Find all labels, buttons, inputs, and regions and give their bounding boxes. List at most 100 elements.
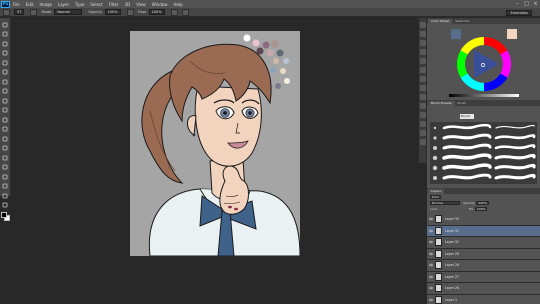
zoom-icon[interactable] bbox=[2, 202, 9, 209]
menu-image[interactable]: Image bbox=[39, 2, 52, 7]
opacity-field[interactable]: 100% bbox=[104, 9, 121, 15]
menu-layer[interactable]: Layer bbox=[58, 2, 69, 7]
visibility-eye-icon[interactable] bbox=[429, 286, 433, 290]
grayscale-ramp[interactable] bbox=[449, 94, 519, 97]
menu-type[interactable]: Type bbox=[75, 2, 84, 7]
blend-mode-select[interactable]: Normal bbox=[430, 200, 460, 206]
fill-label: Fill: bbox=[468, 207, 474, 211]
visibility-eye-icon[interactable] bbox=[429, 240, 433, 244]
brush-presets-icon[interactable] bbox=[419, 139, 426, 145]
layer-thumbnail bbox=[435, 238, 442, 247]
collapsed-panels-strip bbox=[418, 18, 427, 163]
menu-window[interactable]: Window bbox=[152, 2, 168, 7]
layer-row[interactable]: Layer 32 bbox=[427, 237, 540, 249]
gradient-icon[interactable] bbox=[2, 126, 9, 133]
properties-icon[interactable] bbox=[419, 31, 426, 37]
maximize-icon[interactable]: □ bbox=[523, 1, 530, 7]
minimize-icon[interactable]: – bbox=[514, 1, 521, 7]
brush-panel-toggle-icon[interactable] bbox=[30, 8, 38, 16]
move-icon[interactable] bbox=[2, 21, 9, 28]
adjustments-icon[interactable] bbox=[419, 40, 426, 46]
info-icon[interactable] bbox=[419, 85, 426, 91]
layer-kind-filter[interactable]: Kind bbox=[430, 194, 441, 200]
layer-row[interactable]: Layer 31 bbox=[427, 225, 540, 237]
marquee-icon[interactable] bbox=[2, 31, 9, 38]
blur-icon[interactable] bbox=[2, 135, 9, 142]
pressure-opacity-icon[interactable] bbox=[126, 8, 134, 16]
visibility-eye-icon[interactable] bbox=[429, 252, 433, 256]
hand-icon[interactable] bbox=[2, 192, 9, 199]
visibility-eye-icon[interactable] bbox=[429, 298, 433, 302]
lock-label: Lock: bbox=[430, 207, 438, 211]
eraser-icon[interactable] bbox=[2, 116, 9, 123]
color-wheel[interactable] bbox=[456, 36, 512, 93]
brush-preset-search[interactable]: Brush bbox=[460, 114, 474, 119]
tool-presets-icon[interactable] bbox=[419, 103, 426, 109]
layer-name: Layer 26 bbox=[445, 286, 459, 291]
dodge-icon[interactable] bbox=[2, 145, 9, 152]
mode-select[interactable]: Normal bbox=[54, 9, 83, 15]
lasso-icon[interactable] bbox=[2, 40, 9, 47]
actions-icon[interactable] bbox=[419, 76, 426, 82]
color-wheel-panel bbox=[427, 24, 540, 100]
menu-file[interactable]: File bbox=[13, 2, 20, 7]
eyedropper-icon[interactable] bbox=[2, 69, 9, 76]
history-icon[interactable] bbox=[419, 22, 426, 28]
quick-select-icon[interactable] bbox=[2, 50, 9, 57]
canvas-area[interactable] bbox=[12, 18, 418, 304]
type-icon[interactable] bbox=[2, 164, 9, 171]
crop-icon[interactable] bbox=[2, 59, 9, 66]
menu-view[interactable]: View bbox=[136, 2, 146, 7]
layer-row[interactable]: Layer 26 bbox=[427, 283, 540, 295]
paths-icon[interactable] bbox=[419, 130, 426, 136]
visibility-eye-icon[interactable] bbox=[429, 263, 433, 267]
foreground-color-swatch[interactable] bbox=[1, 211, 7, 218]
paragraph-icon[interactable] bbox=[419, 58, 426, 64]
airbrush-icon[interactable] bbox=[170, 8, 178, 16]
healing-icon[interactable] bbox=[2, 78, 9, 85]
workspace-select[interactable]: Essentials bbox=[506, 9, 532, 16]
layer-opacity-label: Opacity: bbox=[463, 201, 476, 205]
layer-name: Layer 30 bbox=[445, 217, 459, 222]
character-icon[interactable] bbox=[419, 49, 426, 55]
menu-help[interactable]: Help bbox=[173, 2, 182, 7]
document-canvas[interactable] bbox=[130, 31, 300, 256]
brush-preset-list[interactable] bbox=[430, 122, 537, 184]
layer-name: Layer 31 bbox=[445, 228, 459, 233]
layer-opacity-field[interactable]: 100% bbox=[476, 200, 489, 206]
brush-size-field[interactable]: 37 bbox=[14, 9, 25, 15]
visibility-eye-icon[interactable] bbox=[429, 229, 433, 233]
path-select-icon[interactable] bbox=[2, 173, 9, 180]
layer-thumbnail bbox=[435, 295, 442, 304]
opacity-label: Opacity: bbox=[88, 10, 103, 14]
layer-row[interactable]: Layer 27 bbox=[427, 271, 540, 283]
close-icon[interactable]: × bbox=[532, 1, 539, 7]
visibility-eye-icon[interactable] bbox=[429, 275, 433, 279]
brush-tool-preset-icon[interactable] bbox=[3, 8, 10, 16]
layer-thumbnail bbox=[435, 215, 442, 224]
history-brush-icon[interactable] bbox=[2, 107, 9, 114]
menu-filter[interactable]: Filter bbox=[109, 2, 119, 7]
pressure-size-icon[interactable] bbox=[181, 8, 189, 16]
layer-row[interactable]: Layer 3 bbox=[427, 294, 540, 304]
mode-label: Mode: bbox=[41, 10, 53, 14]
menu-edit[interactable]: Edit bbox=[26, 2, 34, 7]
navigator-icon[interactable] bbox=[419, 67, 426, 73]
right-panels: Color Wheel Swatches Brush Presets Brush… bbox=[427, 18, 540, 304]
visibility-eye-icon[interactable] bbox=[429, 217, 433, 221]
layer-row[interactable]: Layer 28 bbox=[427, 260, 540, 272]
layer-row[interactable]: Layer 29 bbox=[427, 248, 540, 260]
clone-source-icon[interactable] bbox=[419, 94, 426, 100]
stamp-icon[interactable] bbox=[2, 97, 9, 104]
menu-3d[interactable]: 3D bbox=[125, 2, 131, 7]
styles-icon[interactable] bbox=[419, 112, 426, 118]
layer-row[interactable]: Layer 30 bbox=[427, 214, 540, 226]
channels-icon[interactable] bbox=[419, 121, 426, 127]
pen-icon[interactable] bbox=[2, 154, 9, 161]
brush-icon[interactable] bbox=[2, 88, 9, 95]
menu-select[interactable]: Select bbox=[90, 2, 102, 7]
layer-thumbnail bbox=[435, 272, 442, 281]
layer-fill-field[interactable]: 100% bbox=[474, 206, 488, 212]
flow-field[interactable]: 100% bbox=[148, 9, 165, 15]
shape-icon[interactable] bbox=[2, 183, 9, 190]
